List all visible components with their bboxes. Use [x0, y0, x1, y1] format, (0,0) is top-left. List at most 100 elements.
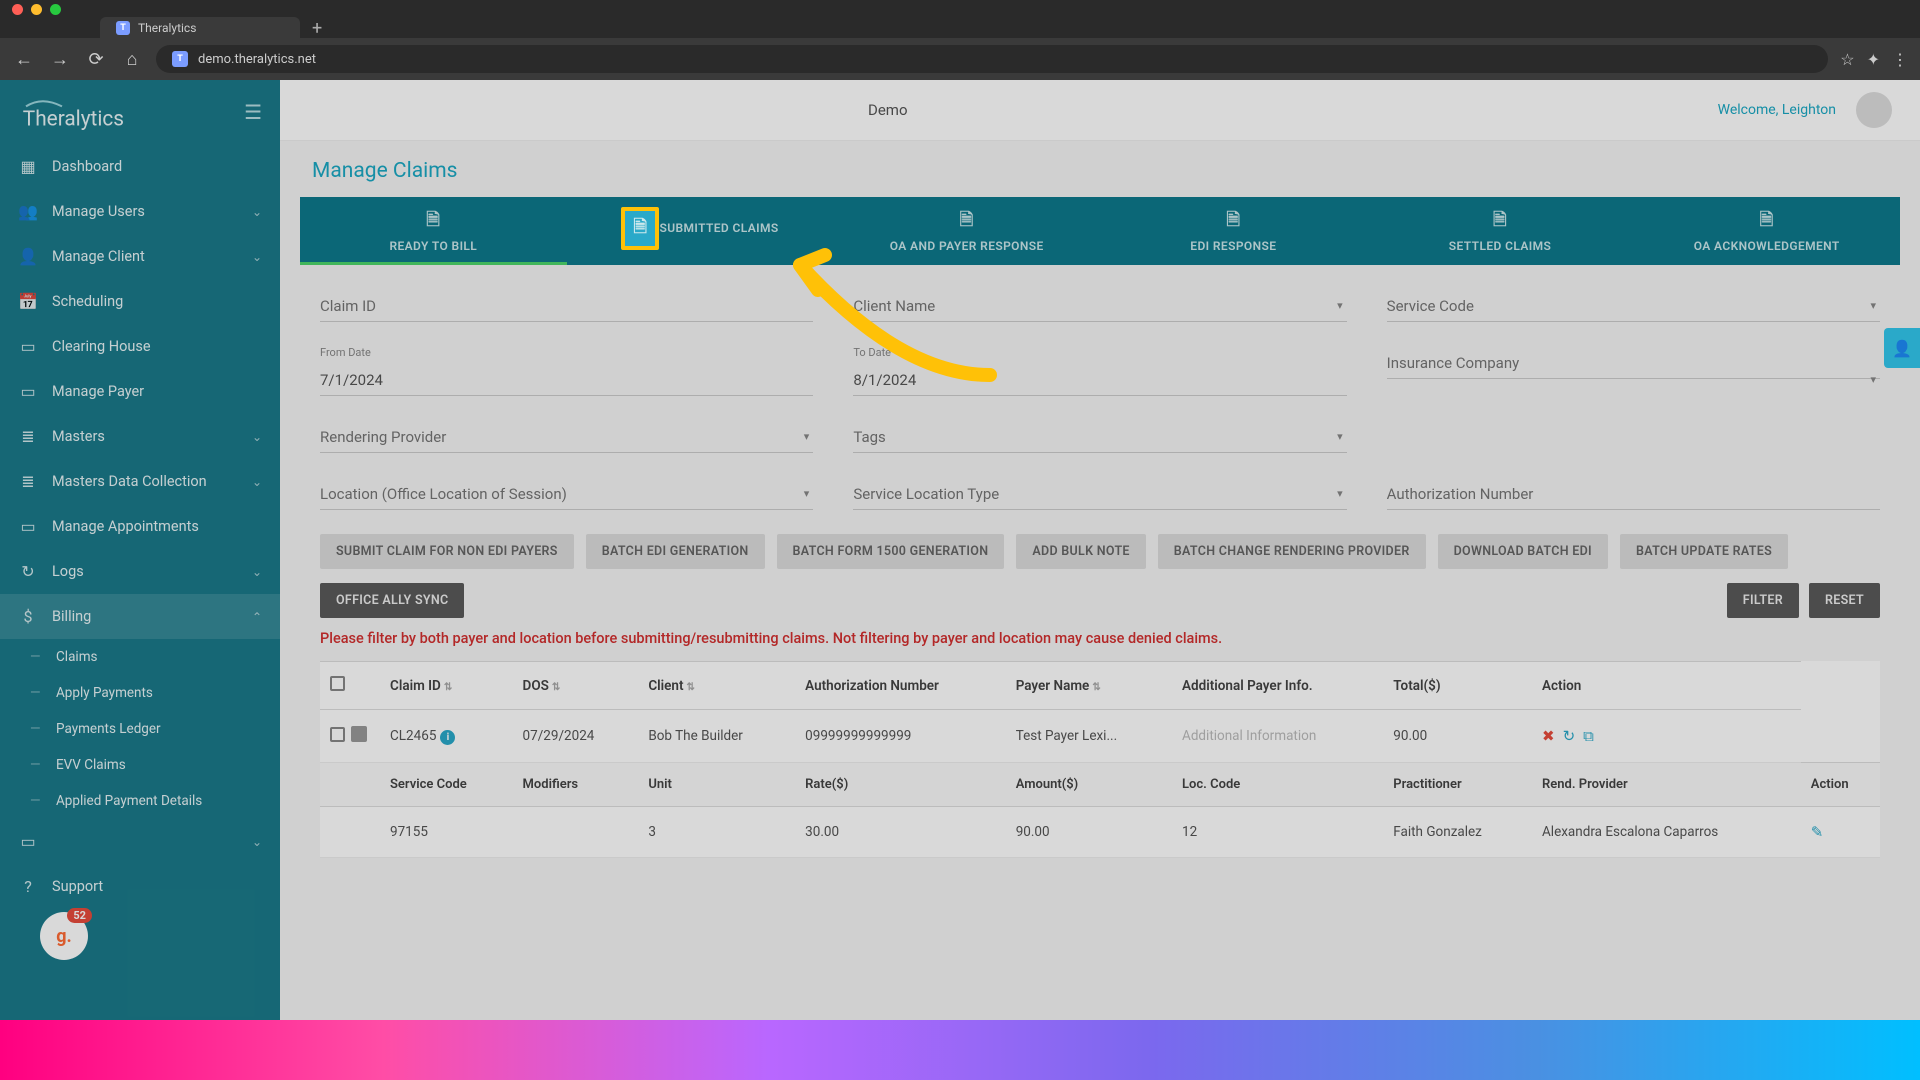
chevron-up-icon: ⌃	[252, 610, 262, 624]
org-selector[interactable]: Demo	[868, 101, 908, 119]
refresh-icon[interactable]: ↻	[1563, 727, 1576, 745]
col-client[interactable]: Client⇅	[638, 662, 795, 710]
window-close[interactable]	[12, 4, 23, 15]
delete-icon[interactable]: ✖	[1542, 727, 1555, 745]
col-total: Total($)	[1383, 662, 1532, 710]
subnav-claims[interactable]: Claims	[24, 639, 280, 675]
bookmark-icon[interactable]: ☆	[1840, 50, 1854, 69]
batch-1500-button[interactable]: BATCH FORM 1500 GENERATION	[777, 534, 1005, 569]
clipboard-icon: ▭	[18, 517, 38, 536]
menu-icon[interactable]: ⋮	[1892, 50, 1908, 69]
batch-render-button[interactable]: BATCH CHANGE RENDERING PROVIDER	[1158, 534, 1426, 569]
window-minimize[interactable]	[31, 4, 42, 15]
reload-button[interactable]: ⟳	[84, 49, 108, 70]
nav-scheduling[interactable]: 📅Scheduling	[0, 279, 280, 324]
nav-manage-payer[interactable]: ▭Manage Payer	[0, 369, 280, 414]
url-bar[interactable]: T demo.theralytics.net	[156, 45, 1828, 73]
col-action: Action	[1532, 662, 1801, 710]
location-input[interactable]	[320, 477, 813, 510]
calendar-icon: 📅	[18, 292, 38, 311]
to-date-input[interactable]	[853, 363, 1346, 396]
cell-auth: 09999999999999	[795, 710, 1006, 763]
table-row: CL2465i 07/29/2024 Bob The Builder 09999…	[320, 710, 1880, 763]
nav-clearing-house[interactable]: ▭Clearing House	[0, 324, 280, 369]
notification-badge[interactable]: g. 52	[40, 912, 88, 960]
nav-manage-users[interactable]: 👥Manage Users⌄	[0, 189, 280, 234]
reset-button[interactable]: RESET	[1809, 583, 1880, 618]
batch-edi-button[interactable]: BATCH EDI GENERATION	[586, 534, 765, 569]
nav-billing[interactable]: $Billing⌃	[0, 594, 280, 639]
nav-masters[interactable]: ≣Masters⌄	[0, 414, 280, 459]
filter-button[interactable]: FILTER	[1727, 583, 1799, 618]
download-edi-button[interactable]: DOWNLOAD BATCH EDI	[1438, 534, 1608, 569]
office-ally-button[interactable]: OFFICE ALLY SYNC	[320, 583, 464, 618]
claim-id-input[interactable]	[320, 289, 813, 322]
back-button[interactable]: ←	[12, 49, 36, 70]
col-claim-id[interactable]: Claim ID⇅	[380, 662, 513, 710]
sub-col-action: Action	[1801, 763, 1880, 807]
row-checkbox[interactable]	[330, 727, 345, 742]
collapse-icon[interactable]	[351, 726, 367, 742]
extensions-icon[interactable]: ✦	[1867, 50, 1880, 69]
cell-unit: 3	[638, 807, 795, 858]
sub-row: 97155 3 30.00 90.00 12 Faith Gonzalez Al…	[320, 807, 1880, 858]
submit-non-edi-button[interactable]: SUBMIT CLAIM FOR NON EDI PAYERS	[320, 534, 574, 569]
billing-submenu: Claims Apply Payments Payments Ledger EV…	[0, 639, 280, 819]
person-icon: 👤	[1892, 339, 1912, 358]
row-actions: ✖ ↻ ⧉	[1542, 727, 1791, 745]
nav-manage-client[interactable]: 👤Manage Client⌄	[0, 234, 280, 279]
sync-row: OFFICE ALLY SYNC FILTER RESET	[280, 583, 1920, 626]
col-payer[interactable]: Payer Name⇅	[1006, 662, 1172, 710]
document-icon: 🗎	[308, 207, 559, 236]
chevron-down-icon: ⌄	[252, 205, 262, 219]
col-dos[interactable]: DOS⇅	[513, 662, 639, 710]
select-all-checkbox[interactable]	[330, 676, 345, 691]
nav-reports[interactable]: ▭⌄	[0, 819, 280, 864]
client-name-input[interactable]	[853, 289, 1346, 322]
nav-masters-data[interactable]: ≣Masters Data Collection⌄	[0, 459, 280, 504]
home-button[interactable]: ⌂	[120, 49, 144, 70]
from-date-input[interactable]	[320, 363, 813, 396]
forward-button[interactable]: →	[48, 49, 72, 70]
bulk-note-button[interactable]: ADD BULK NOTE	[1016, 534, 1145, 569]
tab-edi-response[interactable]: 🗎EDI RESPONSE	[1100, 197, 1367, 265]
subnav-evv-claims[interactable]: EVV Claims	[24, 747, 280, 783]
user-icon: 👤	[18, 247, 38, 266]
cell-addl-info[interactable]: Additional Information	[1172, 710, 1383, 763]
service-location-input[interactable]	[853, 477, 1346, 510]
avatar[interactable]	[1856, 92, 1892, 128]
nav-support[interactable]: ?Support	[0, 864, 280, 909]
sidebar-toggle-icon[interactable]: ☰	[244, 100, 262, 124]
service-code-input[interactable]	[1387, 289, 1880, 322]
sub-col-rate: Rate($)	[795, 763, 1006, 807]
subnav-applied-payment[interactable]: Applied Payment Details	[24, 783, 280, 819]
subnav-payments-ledger[interactable]: Payments Ledger	[24, 711, 280, 747]
filter-service-code	[1387, 289, 1880, 322]
side-help-button[interactable]: 👤	[1884, 328, 1920, 368]
insurance-input[interactable]	[1387, 346, 1880, 379]
topbar: Demo Welcome, Leighton	[280, 80, 1920, 141]
browser-tab[interactable]: T Theralytics	[100, 17, 300, 39]
tab-settled-claims[interactable]: 🗎SETTLED CLAIMS	[1367, 197, 1634, 265]
tab-ready-to-bill[interactable]: 🗎READY TO BILL	[300, 197, 567, 265]
card-icon: ▭	[18, 337, 38, 356]
filter-claim-id	[320, 289, 813, 322]
edit-icon[interactable]: ✎	[1811, 823, 1824, 841]
tags-input[interactable]	[853, 420, 1346, 453]
tab-oa-payer-response[interactable]: 🗎OA AND PAYER RESPONSE	[833, 197, 1100, 265]
nav-logs[interactable]: ↻Logs⌄	[0, 549, 280, 594]
batch-rates-button[interactable]: BATCH UPDATE RATES	[1620, 534, 1788, 569]
nav-appointments[interactable]: ▭Manage Appointments	[0, 504, 280, 549]
new-tab-button[interactable]: +	[312, 18, 322, 39]
auth-number-input[interactable]	[1387, 477, 1880, 510]
nav-dashboard[interactable]: ▦Dashboard	[0, 144, 280, 189]
info-icon[interactable]: i	[440, 730, 455, 745]
rendering-input[interactable]	[320, 420, 813, 453]
subnav-apply-payments[interactable]: Apply Payments	[24, 675, 280, 711]
clipboard-icon: ▭	[18, 832, 38, 851]
tab-submitted-claims[interactable]: 🗎SUBMITTED CLAIMS	[567, 197, 834, 265]
tab-oa-ack[interactable]: 🗎OA ACKNOWLEDGEMENT	[1633, 197, 1900, 265]
sub-header-row: Service Code Modifiers Unit Rate($) Amou…	[320, 763, 1880, 807]
window-maximize[interactable]	[50, 4, 61, 15]
copy-icon[interactable]: ⧉	[1583, 727, 1594, 745]
